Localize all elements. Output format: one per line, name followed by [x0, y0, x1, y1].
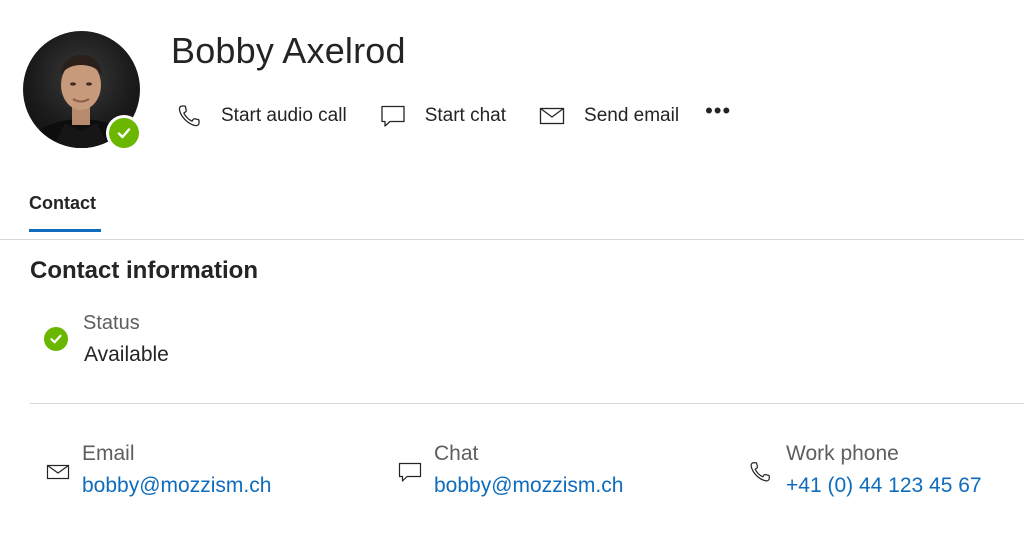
mail-icon	[44, 458, 72, 486]
start-audio-call-button[interactable]: Start audio call	[175, 102, 347, 130]
section-title: Contact information	[30, 257, 258, 284]
status-value: Available	[84, 343, 169, 366]
avatar[interactable]	[23, 31, 142, 151]
section-divider	[30, 403, 1024, 404]
phone-icon	[175, 102, 203, 130]
tab-divider	[0, 239, 1024, 240]
tab-contact[interactable]: Contact	[29, 193, 96, 226]
chat-link[interactable]: bobby@mozzism.ch	[434, 474, 623, 498]
contact-name: Bobby Axelrod	[171, 30, 406, 71]
chat-icon	[396, 458, 424, 486]
work-phone-link[interactable]: +41 (0) 44 123 45 67	[786, 474, 982, 498]
email-link[interactable]: bobby@mozzism.ch	[82, 474, 271, 498]
start-audio-call-label: Start audio call	[221, 105, 347, 126]
status-label: Status	[83, 312, 140, 334]
more-options-icon[interactable]: •••	[705, 100, 731, 122]
mail-icon	[538, 102, 566, 130]
phone-icon	[746, 458, 774, 486]
tab-active-indicator	[29, 229, 101, 232]
start-chat-label: Start chat	[424, 105, 507, 126]
send-email-label: Send email	[584, 105, 680, 126]
status-available-icon	[44, 327, 68, 351]
work-phone-label: Work phone	[786, 442, 899, 465]
action-bar: Start audio call Start chat Send email •…	[175, 100, 731, 132]
presence-available-icon	[109, 118, 139, 148]
chat-icon	[379, 102, 407, 130]
start-chat-button[interactable]: Start chat	[379, 102, 506, 130]
send-email-button[interactable]: Send email	[538, 102, 679, 130]
email-label: Email	[82, 442, 135, 465]
chat-label: Chat	[434, 442, 479, 465]
presence-badge	[106, 115, 142, 151]
